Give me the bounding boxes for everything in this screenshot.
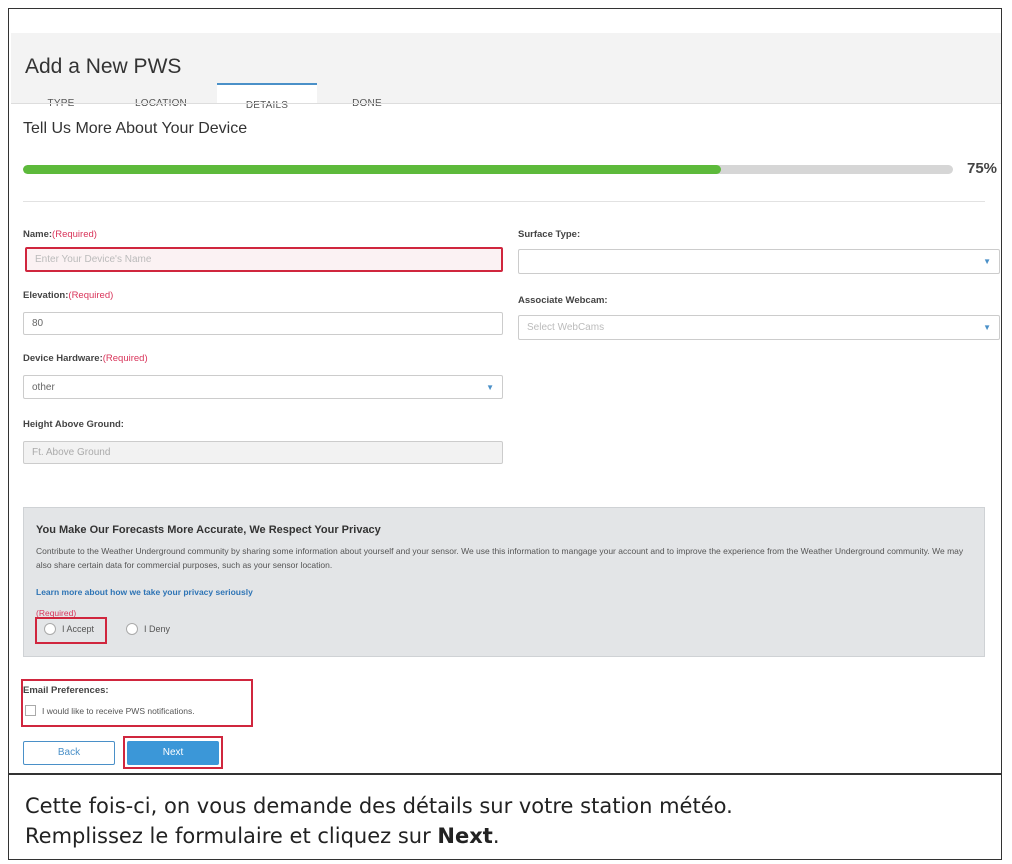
tab-details[interactable]: DETAILS: [217, 83, 317, 125]
chevron-down-icon: ▼: [983, 257, 991, 266]
deny-radio[interactable]: [126, 623, 138, 635]
email-checkbox[interactable]: [25, 705, 36, 716]
pws-wizard: Add a New PWS TYPE LOCATION DETAILS DONE…: [9, 9, 1001, 773]
progress-bar: [23, 165, 953, 174]
tab-done[interactable]: DONE: [337, 83, 397, 125]
email-label: Email Preferences:: [23, 685, 109, 696]
page-title: Add a New PWS: [25, 55, 182, 78]
screenshot-frame: Add a New PWS TYPE LOCATION DETAILS DONE…: [8, 8, 1002, 860]
privacy-title: You Make Our Forecasts More Accurate, We…: [36, 524, 381, 536]
caption-line-1: Cette fois-ci, on vous demande des détai…: [25, 794, 733, 818]
surface-select[interactable]: ▼: [518, 249, 1000, 274]
elevation-input[interactable]: 80: [23, 312, 503, 335]
chevron-down-icon: ▼: [486, 382, 494, 392]
next-highlight: [123, 736, 223, 769]
name-label: Name:(Required): [23, 229, 97, 240]
elevation-label: Elevation:(Required): [23, 290, 114, 301]
header-divider: [11, 103, 1001, 104]
caption: Cette fois-ci, on vous demande des détai…: [25, 791, 985, 851]
webcam-label: Associate Webcam:: [518, 295, 608, 306]
caption-line-2: Remplissez le formulaire et cliquez sur …: [25, 824, 500, 848]
back-button[interactable]: Back: [23, 741, 115, 765]
webcam-select[interactable]: Select WebCams ▼: [518, 315, 1000, 340]
privacy-panel: You Make Our Forecasts More Accurate, We…: [23, 507, 985, 657]
form-divider: [23, 201, 985, 202]
section-title: Tell Us More About Your Device: [23, 120, 248, 137]
privacy-text: Contribute to the Weather Underground co…: [36, 546, 964, 570]
chevron-down-icon: ▼: [983, 323, 991, 332]
progress-percent: 75%: [967, 160, 998, 177]
height-label: Height Above Ground:: [23, 419, 124, 430]
email-option[interactable]: I would like to receive PWS notification…: [25, 705, 195, 716]
name-input[interactable]: Enter Your Device's Name: [25, 247, 503, 272]
progress-fill: [23, 165, 721, 174]
hardware-select[interactable]: other ▼: [23, 375, 503, 399]
wizard-header: Add a New PWS TYPE LOCATION DETAILS DONE: [11, 33, 1001, 125]
height-input[interactable]: Ft. Above Ground: [23, 441, 503, 464]
surface-label: Surface Type:: [518, 229, 581, 240]
accept-highlight: [35, 617, 107, 644]
tab-location[interactable]: LOCATION: [121, 83, 201, 125]
tab-type[interactable]: TYPE: [31, 83, 91, 125]
hardware-label: Device Hardware:(Required): [23, 353, 148, 364]
deny-option[interactable]: I Deny: [126, 623, 170, 635]
caption-divider: [9, 773, 1001, 775]
privacy-link[interactable]: Learn more about how we take your privac…: [36, 587, 253, 597]
